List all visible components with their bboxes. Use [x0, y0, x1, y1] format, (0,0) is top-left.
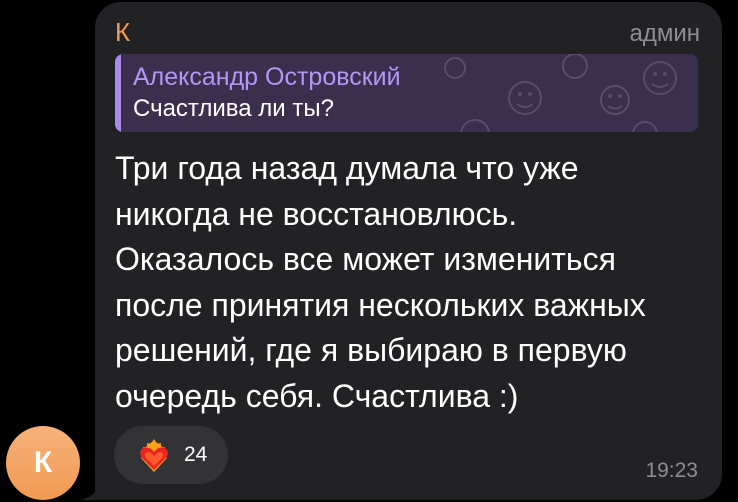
- message-line: после принятия нескольких важных: [115, 286, 646, 323]
- reply-quote[interactable]: Александр Островский Счастлива ли ты?: [115, 54, 698, 132]
- message-timestamp: 19:23: [645, 459, 698, 482]
- heart-on-fire-icon: [140, 439, 168, 472]
- sender-role-badge: админ: [629, 20, 700, 47]
- avatar[interactable]: К: [6, 426, 80, 500]
- message-line: Оказалось все может измениться: [115, 241, 616, 277]
- reply-accent-bar: [115, 54, 121, 132]
- message-line: Три года назад думала что уже: [115, 150, 579, 186]
- reply-author: Александр Островский: [133, 63, 401, 91]
- reaction-count: 24: [184, 443, 208, 466]
- reply-text: Счастлива ли ты?: [133, 95, 334, 122]
- message-bubble[interactable]: К админ Александр Островский Счастлива л…: [95, 2, 722, 500]
- message-line: никогда не восстановлюсь.: [115, 195, 518, 232]
- message-line: решений, где я выбираю в первую: [115, 332, 627, 368]
- chat-view: К К админ Александр Островский Счастлива…: [0, 0, 738, 502]
- sender-name[interactable]: К: [115, 18, 130, 46]
- message-line: очередь себя. Счастлива :): [115, 377, 519, 414]
- avatar-initial: К: [33, 446, 53, 479]
- reaction-chip[interactable]: 24: [114, 426, 228, 484]
- message-body: Три года назад думала что уже никогда не…: [115, 146, 715, 419]
